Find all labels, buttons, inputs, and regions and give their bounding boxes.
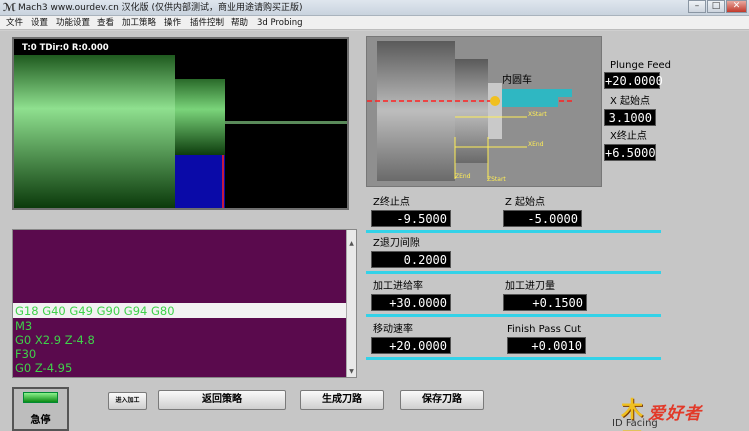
- menu-help[interactable]: 帮助: [231, 17, 248, 29]
- close-icon: ✕: [732, 1, 741, 11]
- section-divider: [366, 357, 661, 360]
- z-start-label: Z 起始点: [505, 197, 546, 208]
- finish-pass-field[interactable]: +0.0010: [507, 337, 586, 354]
- menu-3d-probing[interactable]: 3d Probing: [257, 17, 303, 29]
- close-button[interactable]: ✕: [726, 0, 747, 13]
- estop-label: 急停: [30, 415, 51, 426]
- logo-mark: 木工: [621, 398, 644, 431]
- scroll-up-icon[interactable]: ▲: [348, 240, 355, 248]
- scroll-down-icon[interactable]: ▼: [348, 368, 355, 376]
- menu-function-settings[interactable]: 功能设置: [56, 17, 90, 29]
- save-toolpath-button[interactable]: 保存刀路: [400, 390, 484, 410]
- x-start-label: X 起始点: [610, 96, 651, 107]
- tool-readout: T:0 TDir:0 R:0.000: [22, 43, 109, 53]
- section-divider: [366, 271, 661, 274]
- finish-pass-label: Finish Pass Cut: [507, 324, 582, 335]
- minimize-icon: –: [694, 1, 700, 11]
- gcode-line: G0 X2.9 Z-4.8: [15, 333, 95, 347]
- title-bar: ℳ Mach3 www.ourdev.cn 汉化版 (仅供内部测试，商业用途请购…: [0, 0, 749, 16]
- label-zend: ZEnd: [455, 173, 471, 180]
- menu-file[interactable]: 文件: [6, 17, 23, 29]
- z-retract-label: Z退刀间隙: [373, 238, 420, 249]
- plunge-feed-field[interactable]: +20.0000: [604, 72, 663, 89]
- gcode-line: G18 G40 G49 G90 G94 G80: [15, 304, 175, 318]
- menu-view[interactable]: 查看: [97, 17, 114, 29]
- gcode-list[interactable]: G18 G40 G49 G90 G94 G80 M3 G0 X2.9 Z-4.8…: [12, 229, 357, 378]
- boring-diagram: 内圆车 XStart XEnd ZEnd ZStart: [366, 36, 602, 187]
- gcode-line: M3: [15, 319, 33, 333]
- feed-rate-field[interactable]: +30.0000: [371, 294, 451, 311]
- estop-button[interactable]: 急停: [12, 387, 69, 431]
- load-button[interactable]: 进入加工: [108, 392, 147, 410]
- plunge-feed-label: Plunge Feed: [610, 60, 672, 71]
- move-speed-label: 移动速率: [373, 324, 413, 335]
- boring-diagram-graphic: [367, 41, 572, 181]
- label-xend: XEnd: [528, 141, 544, 148]
- toolpath-display[interactable]: T:0 TDir:0 R:0.000: [12, 37, 349, 210]
- label-xstart: XStart: [528, 111, 547, 118]
- menu-plugins[interactable]: 插件控制: [190, 17, 224, 29]
- window-title: Mach3 www.ourdev.cn 汉化版 (仅供内部测试，商业用途请购买正…: [18, 3, 303, 13]
- estop-led: [23, 392, 58, 403]
- cut-amount-field[interactable]: +0.1500: [503, 294, 587, 311]
- toolpath-lines: [175, 155, 225, 208]
- toolpath-graphic: [14, 55, 347, 208]
- return-strategy-button[interactable]: 返回策略: [158, 390, 286, 410]
- generate-toolpath-button[interactable]: 生成刀路: [300, 390, 384, 410]
- cut-amount-label: 加工进刀量: [505, 281, 555, 292]
- z-start-field[interactable]: -5.0000: [503, 210, 582, 227]
- menu-operation[interactable]: 操作: [164, 17, 181, 29]
- section-divider: [366, 230, 661, 233]
- mach3-icon: ℳ: [3, 1, 17, 14]
- logo-text: 爱好者: [648, 404, 702, 424]
- x-end-label: X终止点: [610, 131, 647, 142]
- minimize-button[interactable]: –: [688, 0, 706, 13]
- menu-bar: 文件 设置 功能设置 查看 加工策略 操作 插件控制 帮助 3d Probing: [0, 16, 749, 30]
- label-zstart: ZStart: [487, 176, 506, 183]
- feed-rate-label: 加工进给率: [373, 281, 423, 292]
- diagram-title: 内圆车: [502, 75, 532, 86]
- z-end-label: Z终止点: [373, 197, 410, 208]
- maximize-button[interactable]: □: [707, 0, 725, 13]
- gcode-line: G0 Z-4.95: [15, 361, 73, 375]
- maximize-icon: □: [711, 1, 721, 11]
- menu-settings[interactable]: 设置: [31, 17, 48, 29]
- move-speed-field[interactable]: +20.0000: [371, 337, 451, 354]
- gcode-scrollbar[interactable]: ▲ ▼: [346, 230, 356, 377]
- section-divider: [366, 314, 661, 317]
- z-retract-field[interactable]: 0.2000: [371, 251, 451, 268]
- menu-strategy[interactable]: 加工策略: [122, 17, 156, 29]
- logo: 木工 爱好者: [618, 393, 749, 431]
- x-end-field[interactable]: +6.5000: [604, 144, 656, 161]
- gcode-line: F30: [15, 347, 37, 361]
- z-end-field[interactable]: -9.5000: [371, 210, 451, 227]
- x-start-field[interactable]: 3.1000: [604, 109, 656, 126]
